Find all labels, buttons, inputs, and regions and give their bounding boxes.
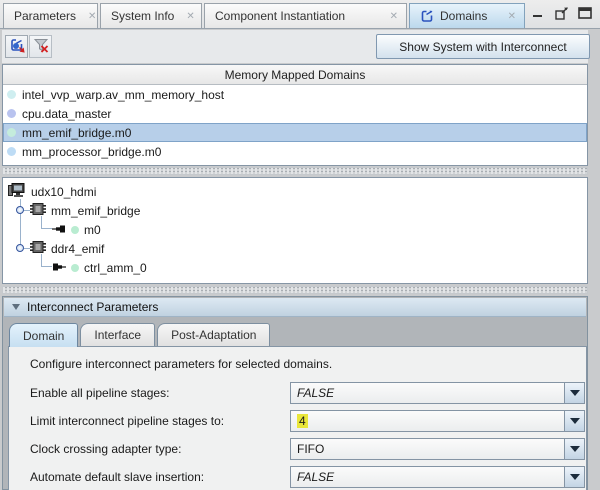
tab-system-info[interactable]: System Info ✕ [100,3,202,28]
tree-node-ddr4[interactable]: ddr4_emif [30,239,104,258]
tab-label: Parameters [14,9,76,23]
domain-tab-content: Configure interconnect parameters for se… [8,346,587,490]
system-tree-panel: udx10_hdmi mm_emif_bridge m0 [2,177,588,284]
tree-node-ctrl-amm[interactable]: ctrl_amm_0 [52,258,147,277]
tree-expand-handle[interactable] [16,206,24,214]
clear-filter-icon [33,38,49,56]
domain-row[interactable]: mm_processor_bridge.m0 [3,142,587,161]
dropdown-arrow-button[interactable] [564,383,584,403]
limit-pipeline-stages-dropdown[interactable]: 4 [290,410,585,432]
plug-left-icon [52,223,66,237]
select-domains-button[interactable] [5,35,28,58]
close-tab-icon[interactable]: ✕ [390,11,398,22]
domain-label: cpu.data_master [22,107,111,121]
domain-bullet-icon [7,109,16,118]
restore-icon[interactable] [555,7,569,19]
section-title: Interconnect Parameters [27,300,158,314]
domain-label: intel_vvp_warp.av_mm_memory_host [22,88,224,102]
dropdown-arrow-button[interactable] [564,439,584,459]
tab-strip: Parameters ✕ System Info ✕ Component Ins… [3,3,525,28]
param-label: Automate default slave insertion: [30,466,204,488]
interface-dot-icon [71,226,79,234]
close-tab-icon[interactable]: ✕ [88,11,96,22]
domain-row-selected[interactable]: mm_emif_bridge.m0 [3,123,587,142]
param-label: Clock crossing adapter type: [30,438,181,460]
splitter-handle[interactable] [2,167,588,175]
description-text: Configure interconnect parameters for se… [30,357,332,371]
tree-node-root[interactable]: udx10_hdmi [8,182,96,201]
tree-node-label: udx10_hdmi [31,185,96,199]
domain-bullet-icon [7,90,16,99]
plug-right-icon [52,261,66,275]
chevron-down-icon [570,390,580,396]
interconnect-parameters-panel: Interconnect Parameters Domain Interface… [2,296,588,490]
param-row: Enable all pipeline stages: FALSE [9,382,586,404]
dropdown-value: FIFO [291,439,564,459]
tree-node-label: ctrl_amm_0 [84,261,147,275]
list-header: Memory Mapped Domains [3,65,587,85]
domains-toolbar: Show System with Interconnect [2,30,588,63]
domains-select-icon [9,37,25,56]
param-label: Enable all pipeline stages: [30,382,169,404]
chip-icon [30,203,46,218]
param-row: Limit interconnect pipeline stages to: 4 [9,410,586,432]
dropdown-value-highlighted: 4 [297,414,308,428]
tree-expand-handle[interactable] [16,244,24,252]
tab-label: Domains [440,9,487,23]
tab-parameters[interactable]: Parameters ✕ [3,3,98,28]
param-row: Clock crossing adapter type: FIFO [9,438,586,460]
tab-bar: Parameters ✕ System Info ✕ Component Ins… [0,0,600,29]
dropdown-value: FALSE [291,383,564,403]
clock-crossing-adapter-dropdown[interactable]: FIFO [290,438,585,460]
tab-interface[interactable]: Interface [80,323,155,346]
interconnect-tab-strip: Domain Interface Post-Adaptation [9,323,270,347]
param-row: Automate default slave insertion: FALSE [9,466,586,488]
domain-label: mm_emif_bridge.m0 [22,126,131,140]
memory-mapped-domains-panel: Memory Mapped Domains intel_vvp_warp.av_… [2,64,588,166]
close-tab-icon[interactable]: ✕ [508,11,516,22]
dropdown-arrow-button[interactable] [564,411,584,431]
enable-pipeline-stages-dropdown[interactable]: FALSE [290,382,585,404]
dropdown-value: FALSE [291,467,564,487]
maximize-icon[interactable] [578,7,592,19]
chevron-down-icon [570,474,580,480]
tab-domain[interactable]: Domain [9,323,78,347]
chevron-down-icon [570,446,580,452]
splitter-handle[interactable] [2,286,588,294]
show-system-with-interconnect-button[interactable]: Show System with Interconnect [376,34,590,59]
collapse-triangle-icon [12,304,20,310]
chevron-down-icon [570,418,580,424]
domain-bullet-icon [7,128,16,137]
domains-icon [420,9,434,23]
close-tab-icon[interactable]: ✕ [186,11,194,22]
tab-post-adaptation[interactable]: Post-Adaptation [157,323,270,346]
param-label: Limit interconnect pipeline stages to: [30,410,224,432]
domain-row[interactable]: intel_vvp_warp.av_mm_memory_host [3,85,587,104]
tab-label: Component Instantiation [215,9,345,23]
interconnect-parameters-header[interactable]: Interconnect Parameters [4,298,586,317]
interface-dot-icon [71,264,79,272]
tree-node-label: mm_emif_bridge [51,204,140,218]
tree-node-label: ddr4_emif [51,242,104,256]
tab-label: System Info [111,9,174,23]
automate-default-slave-dropdown[interactable]: FALSE [290,466,585,488]
domain-row[interactable]: cpu.data_master [3,104,587,123]
domain-label: mm_processor_bridge.m0 [22,145,161,159]
chip-icon [30,241,46,256]
window-controls [532,7,592,19]
dropdown-arrow-button[interactable] [564,467,584,487]
tree-node-m0[interactable]: m0 [52,220,101,239]
clear-filter-button[interactable] [29,35,52,58]
tree-node-bridge[interactable]: mm_emif_bridge [30,201,140,220]
tree-node-label: m0 [84,223,101,237]
minimize-icon[interactable] [532,7,546,19]
computer-icon [8,183,26,201]
domain-bullet-icon [7,147,16,156]
tab-component-instantiation[interactable]: Component Instantiation ✕ [204,3,407,28]
tab-domains[interactable]: Domains ✕ [409,3,525,28]
